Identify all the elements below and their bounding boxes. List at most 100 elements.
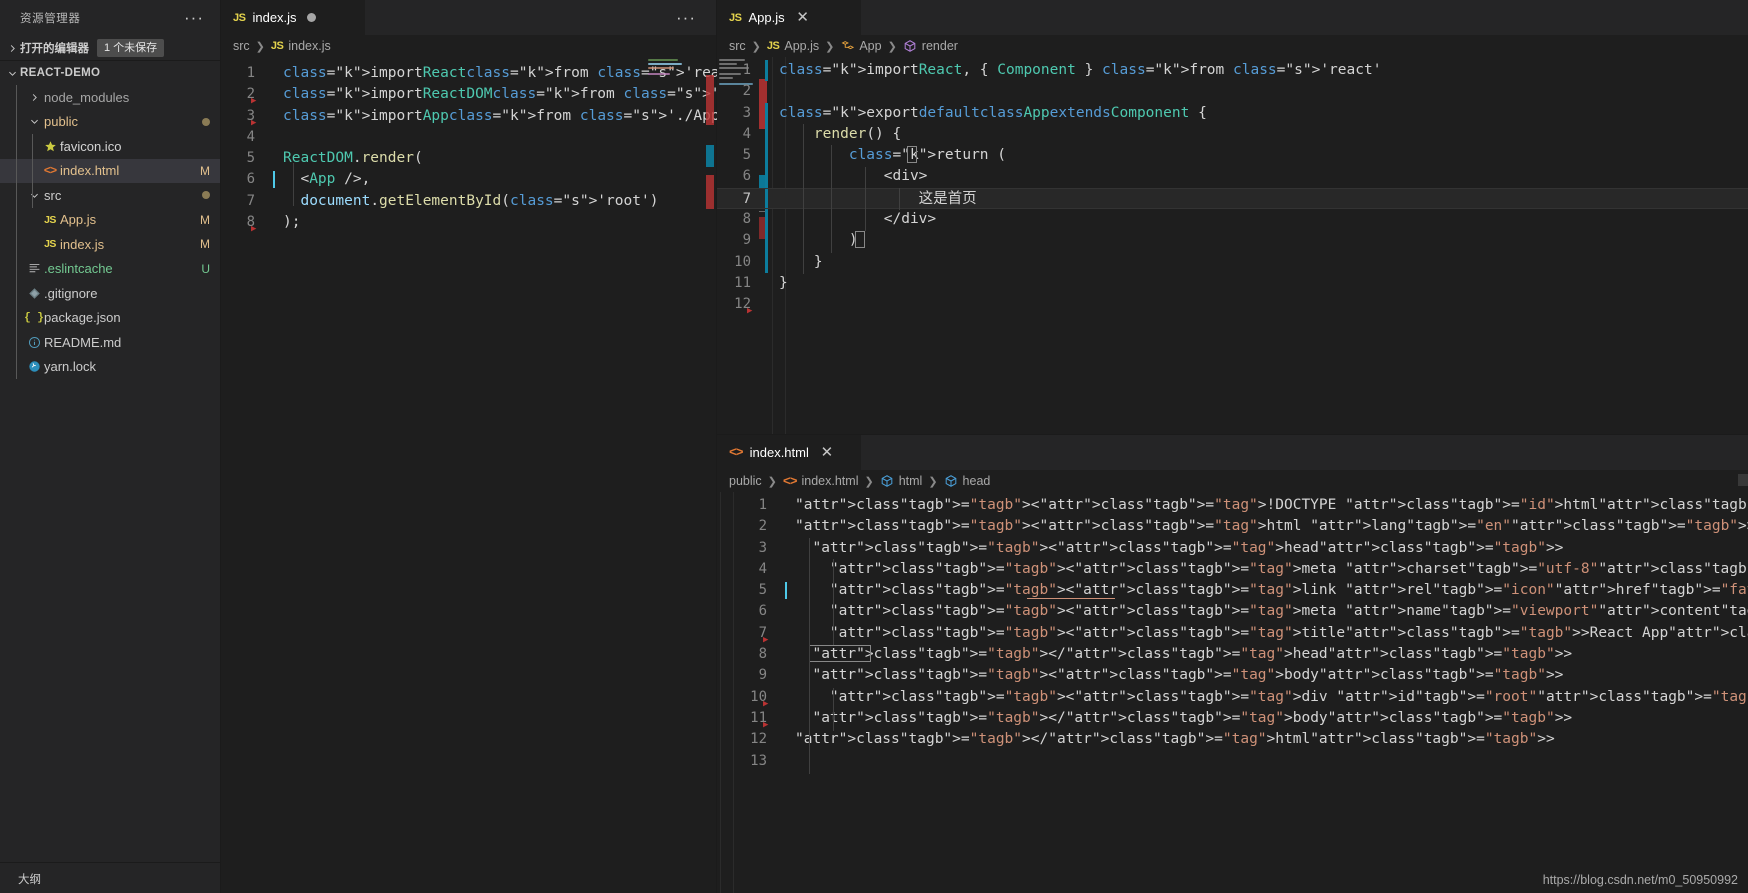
file-tree-item-app-js[interactable]: JS App.js M <box>0 208 220 233</box>
code-line[interactable]: ▶ 3 class="k">import App class ="k">from cl… <box>221 106 737 128</box>
app-js-code-area[interactable]: 1 class="k">import React, { Component } c… <box>717 60 1748 316</box>
gutter-fold-marker-icon[interactable]: ▶ <box>747 307 752 316</box>
code-line[interactable]: 2 "attr">class "tagb" >= "tagb" >< "attr" >clas… <box>727 516 1748 537</box>
code-line[interactable]: 6 <App />, <box>221 169 716 190</box>
breadcrumb-class-app[interactable]: App <box>840 39 882 53</box>
code-line[interactable]: 1 "attr">class "tagb" >= "tagb" >< "attr" >clas… <box>727 495 1748 516</box>
left-code-area[interactable]: 1 class="k">import React class ="k">from c… <box>221 57 816 234</box>
outline-section[interactable]: 大纲 <box>0 862 220 893</box>
left-minimap[interactable] <box>648 57 688 77</box>
line-number: 9 <box>758 667 767 684</box>
git-change-bar <box>765 230 768 252</box>
workspace-root-header[interactable]: REACT-DEMO <box>0 60 220 85</box>
code-line[interactable]: 5 "attr">class "tagb" >= "tagb" >< "attr" >cla… <box>727 580 1748 601</box>
breadcrumb-index-html[interactable]: <> index.html <box>783 474 859 489</box>
chevron-right-icon: ❯ <box>751 40 761 53</box>
breadcrumb-src[interactable]: src <box>233 39 250 53</box>
left-tabbar-actions: ··· <box>366 0 716 35</box>
code-line[interactable]: 1 class="k">import React class ="k">from c… <box>221 63 755 84</box>
code-line[interactable]: 8 "attr">class "tagb" >= "tagb" ></"attr" >cl… <box>727 644 1748 665</box>
tab-app-js[interactable]: JS App.js ✕ <box>717 0 862 35</box>
breadcrumb-element-html[interactable]: html <box>880 474 922 488</box>
code-line[interactable]: 5 ReactDOM.render( <box>221 148 716 169</box>
line-number: 8 <box>246 214 255 231</box>
file-tree-item-node-modules[interactable]: node_modules <box>0 85 220 110</box>
code-text: "attr">class <box>795 497 900 513</box>
js-icon: JS <box>729 11 742 24</box>
code-line[interactable]: 10 } <box>717 251 1748 273</box>
code-text: class="k">export <box>779 104 919 121</box>
link-underline[interactable] <box>1027 598 1115 600</box>
file-tree-item--gitignore[interactable]: .gitignore <box>0 281 220 306</box>
code-line[interactable]: 9 "attr">class "tagb" >= "tagb" >< "attr" >cla… <box>727 665 1748 686</box>
line-number: 2 <box>742 83 751 100</box>
file-tree-item--eslintcache[interactable]: .eslintcache U <box>0 257 220 282</box>
code-line[interactable]: ▶ 7 "attr">class "tagb" >= "tagb" >< "attr" >cl… <box>727 623 1748 645</box>
workspace-root-label: REACT-DEMO <box>20 67 101 79</box>
file-tree-item-yarn-lock[interactable]: yarn.lock <box>0 355 220 380</box>
tab-index-js[interactable]: JS index.js <box>221 0 366 35</box>
file-tree-item-index-html[interactable]: <> index.html M <box>0 158 220 183</box>
code-line[interactable]: 13 <box>727 751 1748 772</box>
file-tree-item-favicon-ico[interactable]: favicon.ico <box>0 134 220 159</box>
code-line[interactable]: ▶ 8); <box>221 212 716 234</box>
tab-index-html[interactable]: <> index.html ✕ <box>717 435 862 470</box>
index-html-code-area[interactable]: 1 "attr">class "tagb" >= "tagb" >< "attr" >clas… <box>727 495 1748 774</box>
close-icon[interactable]: ✕ <box>819 445 835 460</box>
breadcrumb-src[interactable]: src <box>729 39 746 53</box>
breadcrumb-index-js[interactable]: JS index.js <box>271 39 331 53</box>
code-text: "attr">class <box>795 731 900 748</box>
code-line[interactable]: 4 render() { <box>717 123 1748 146</box>
code-line[interactable]: 1 class="k">import React, { Component } c… <box>717 60 1748 82</box>
breadcrumb-label: public <box>729 474 762 488</box>
code-text: </div> <box>779 211 937 228</box>
code-line[interactable]: 2 <box>717 81 1748 102</box>
editor-group-right: JS App.js ✕ src ❯ JS App.js ❯ App ❯ rend… <box>717 0 1748 893</box>
code-line[interactable]: 9 ) <box>717 230 1748 252</box>
code-text: render() { <box>813 125 902 142</box>
chevron-right-icon: ❯ <box>928 475 938 488</box>
file-tree-item-index-js[interactable]: JS index.js M <box>0 232 220 257</box>
code-line[interactable]: 12 "attr">class "tagb" >= "tagb" ></"attr" >cl… <box>727 729 1748 750</box>
open-editors-section-header[interactable]: 打开的编辑器 1 个未保存 <box>0 36 220 60</box>
unsaved-count-badge: 1 个未保存 <box>97 39 165 57</box>
unsaved-dot-icon[interactable] <box>306 13 316 22</box>
code-line[interactable]: 11} <box>717 273 1748 294</box>
code-line[interactable]: ▶ 11 "attr">class "tagb" >= "tagb" ></"attr" >… <box>727 708 1748 730</box>
gutter-fold-marker-icon[interactable]: ▶ <box>251 225 256 234</box>
breadcrumb-element-head[interactable]: head <box>944 474 990 488</box>
line-number: 8 <box>742 211 751 228</box>
explorer-more-actions-icon[interactable]: ··· <box>178 9 210 26</box>
left-overview-ruler[interactable] <box>704 57 716 227</box>
code-line[interactable]: 4 <box>221 127 716 148</box>
file-tree-item-readme-md[interactable]: README.md <box>0 330 220 355</box>
code-line[interactable]: ▶ 12 <box>717 294 1748 316</box>
code-line[interactable]: 5 class="k">return ( <box>717 145 1748 167</box>
line-number: 5 <box>742 147 751 164</box>
file-tree-item-package-json[interactable]: { } package.json <box>0 306 220 331</box>
code-line[interactable]: 8 </div> <box>717 209 1748 231</box>
breadcrumb-method-render[interactable]: render <box>903 39 958 53</box>
bracket-match-highlight <box>809 645 871 663</box>
code-line[interactable]: 6 <div> <box>717 166 1748 188</box>
code-line[interactable]: ▶ 2 class="k">import ReactDOM class ="k">fr… <box>221 84 816 106</box>
editor-more-actions-icon[interactable]: ··· <box>670 9 702 26</box>
js-icon: JS <box>233 11 246 24</box>
code-line[interactable]: 7 这是首页 <box>717 187 1748 210</box>
line-number: 7 <box>758 624 767 641</box>
breadcrumb-public[interactable]: public <box>729 474 762 488</box>
code-line[interactable]: 6 "attr">class "tagb" >= "tagb" >< "attr" >cla… <box>727 601 1748 622</box>
code-line[interactable]: 7 document.getElementById(class="s">'roo… <box>221 191 716 212</box>
code-line[interactable]: ▶ 10 "attr">class "tagb" >= "tagb" >< "attr" >c… <box>727 687 1748 709</box>
vertical-scrollbar[interactable] <box>1738 470 1748 893</box>
code-line[interactable]: 3 class="k">export default class App exte… <box>717 102 1748 124</box>
line-number: 1 <box>246 65 255 81</box>
code-line[interactable]: 3 "attr">class "tagb" >= "tagb" >< "attr" >cla… <box>727 538 1748 559</box>
file-tree-item-src[interactable]: src <box>0 183 220 208</box>
file-tree-item-public[interactable]: public <box>0 110 220 135</box>
explorer-sidebar: 资源管理器 ··· 打开的编辑器 1 个未保存 REACT-DEMO node_… <box>0 0 221 893</box>
close-icon[interactable]: ✕ <box>795 10 811 25</box>
code-line[interactable]: 4 "attr">class "tagb" >= "tagb" >< "attr" >cla… <box>727 559 1748 580</box>
chevron-down-icon <box>4 65 20 81</box>
breadcrumb-app-js[interactable]: JS App.js <box>767 39 819 53</box>
